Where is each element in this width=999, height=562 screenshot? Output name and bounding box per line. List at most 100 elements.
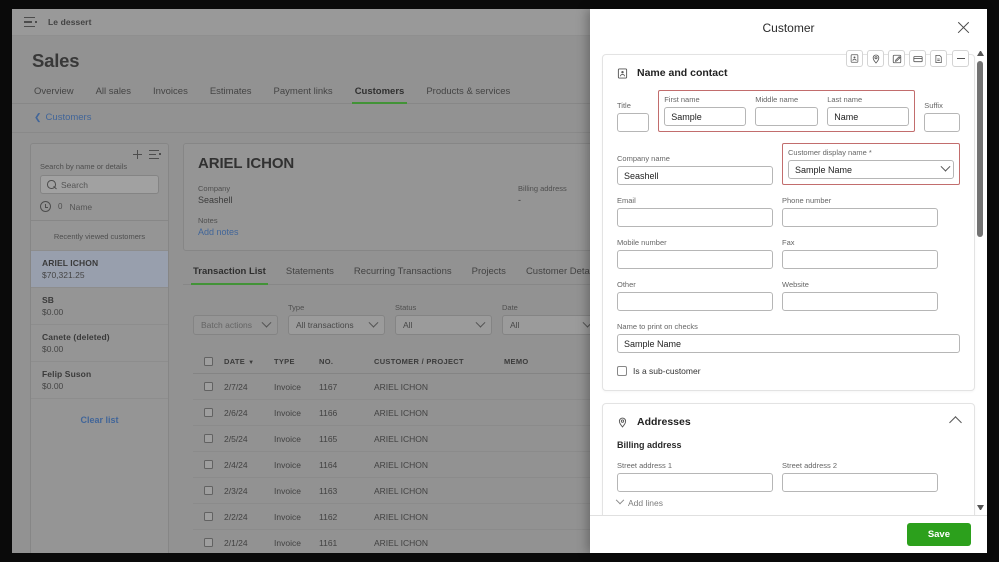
subtab-customer-details[interactable]: Customer Details (526, 266, 599, 284)
attachments-icon[interactable] (930, 50, 947, 67)
add-lines-button[interactable]: Add lines (615, 495, 960, 508)
middle-name-input[interactable] (755, 107, 819, 126)
date-filter-label: Date (502, 303, 518, 312)
email-input[interactable] (617, 208, 773, 227)
column-no[interactable]: NO. (319, 357, 374, 366)
cell-date: 2/2/24 (224, 511, 248, 522)
name-fields-row: Title First name Sample Middle name Last… (617, 90, 960, 132)
list-item-amount: $0.00 (42, 344, 64, 354)
cell-customer: ARIEL ICHON (374, 459, 429, 470)
row-checkbox[interactable] (204, 408, 213, 417)
row-checkbox[interactable] (204, 460, 213, 469)
chevron-left-icon: ❮ (34, 112, 42, 122)
list-item-amount: $70,321.25 (42, 270, 85, 280)
cell-no: 1161 (319, 537, 338, 548)
column-type[interactable]: TYPE (274, 357, 319, 366)
last-name-input[interactable]: Name (827, 107, 910, 126)
suffix-input[interactable] (924, 113, 960, 132)
name-contact-icon[interactable] (846, 50, 863, 67)
scrollbar-thumb[interactable] (977, 61, 983, 237)
fax-input[interactable] (782, 250, 938, 269)
add-notes-link[interactable]: Add notes (198, 227, 518, 237)
phone-input[interactable] (782, 208, 938, 227)
row-checkbox[interactable] (204, 382, 213, 391)
scroll-down-arrow-icon[interactable] (977, 505, 984, 512)
fax-field: Fax (782, 238, 938, 269)
list-settings-icon[interactable] (149, 150, 161, 159)
cell-date: 2/1/24 (224, 537, 248, 548)
tab-payment-links[interactable]: Payment links (274, 86, 333, 103)
batch-actions-dropdown[interactable]: Batch actions (193, 315, 278, 335)
breadcrumb-label: Customers (45, 112, 92, 123)
cell-no: 1166 (319, 407, 338, 418)
display-name-dropdown[interactable]: Sample Name (788, 160, 954, 179)
screen: Le dessert Sales Overview All sales Invo… (0, 0, 999, 562)
add-customer-icon[interactable] (133, 150, 142, 159)
other-input[interactable] (617, 292, 773, 311)
company-name-input[interactable]: Seashell (617, 166, 773, 185)
column-customer-project[interactable]: CUSTOMER / PROJECT (374, 357, 504, 366)
list-item[interactable]: Canete (deleted) $0.00 (31, 324, 168, 361)
cell-type: Invoice (274, 511, 301, 522)
column-date[interactable]: DATE ▼ (224, 357, 274, 366)
column-memo[interactable]: MEMO (504, 357, 604, 366)
tab-all-sales[interactable]: All sales (96, 86, 131, 103)
tab-products-services[interactable]: Products & services (426, 86, 510, 103)
batch-actions-label: Batch actions (201, 320, 253, 330)
chevron-up-icon[interactable] (949, 415, 962, 429)
cell-customer: ARIEL ICHON (374, 433, 429, 444)
address-icon[interactable] (867, 50, 884, 67)
street2-input[interactable] (782, 473, 938, 492)
checks-name-input[interactable]: Sample Name (617, 334, 960, 353)
row-checkbox[interactable] (204, 512, 213, 521)
subtab-projects[interactable]: Projects (472, 266, 506, 284)
panel-scroll-area[interactable]: Name and contact Title First name Sample… (590, 46, 987, 515)
list-item[interactable]: ARIEL ICHON $70,321.25 (31, 250, 168, 287)
tab-estimates[interactable]: Estimates (210, 86, 252, 103)
type-filter-dropdown[interactable]: All transactions (288, 315, 385, 335)
panel-scrollbar[interactable] (976, 49, 985, 512)
date-filter-dropdown[interactable]: All (502, 315, 599, 335)
recent-name-row[interactable]: 0 Name (31, 194, 168, 221)
row-checkbox[interactable] (204, 538, 213, 547)
first-name-input[interactable]: Sample (664, 107, 747, 126)
address-section-icon (617, 417, 628, 428)
tab-overview[interactable]: Overview (34, 86, 74, 103)
clear-list-button[interactable]: Clear list (31, 398, 168, 437)
phone-field: Phone number (782, 196, 938, 227)
name-contact-card-header: Name and contact (617, 67, 960, 79)
notes-icon[interactable] (888, 50, 905, 67)
website-input[interactable] (782, 292, 938, 311)
customer-search-input[interactable]: Search (40, 175, 159, 194)
subtab-recurring-transactions[interactable]: Recurring Transactions (354, 266, 452, 284)
list-item[interactable]: SB $0.00 (31, 287, 168, 324)
mobile-input[interactable] (617, 250, 773, 269)
street1-input[interactable] (617, 473, 773, 492)
type-filter-field: Type All transactions (288, 303, 385, 335)
search-placeholder: Search (61, 179, 88, 190)
row-checkbox[interactable] (204, 486, 213, 495)
sub-customer-checkbox[interactable] (617, 366, 627, 376)
cell-customer: ARIEL ICHON (374, 485, 429, 496)
customer-company-block: Company Seashell Notes Add notes (198, 184, 518, 237)
close-icon[interactable] (957, 21, 971, 35)
save-button[interactable]: Save (906, 523, 971, 546)
menu-icon[interactable] (24, 16, 37, 28)
select-all-checkbox[interactable] (204, 357, 213, 366)
sub-customer-row[interactable]: Is a sub-customer (617, 366, 960, 376)
tab-invoices[interactable]: Invoices (153, 86, 188, 103)
status-filter-dropdown[interactable]: All (395, 315, 492, 335)
customer-list-panel: Search by name or details Search 0 Name … (30, 143, 169, 553)
subtab-transaction-list[interactable]: Transaction List (191, 266, 268, 285)
row-checkbox[interactable] (204, 434, 213, 443)
minimize-icon[interactable] (952, 50, 969, 67)
scroll-up-arrow-icon[interactable] (977, 49, 984, 56)
payments-icon[interactable] (909, 50, 926, 67)
cell-date: 2/5/24 (224, 433, 248, 444)
middle-name-label: Middle name (755, 95, 799, 104)
tab-customers[interactable]: Customers (351, 86, 407, 104)
cell-date: 2/4/24 (224, 459, 248, 470)
list-item[interactable]: Felip Suson $0.00 (31, 361, 168, 398)
title-input[interactable] (617, 113, 650, 132)
subtab-statements[interactable]: Statements (286, 266, 334, 284)
